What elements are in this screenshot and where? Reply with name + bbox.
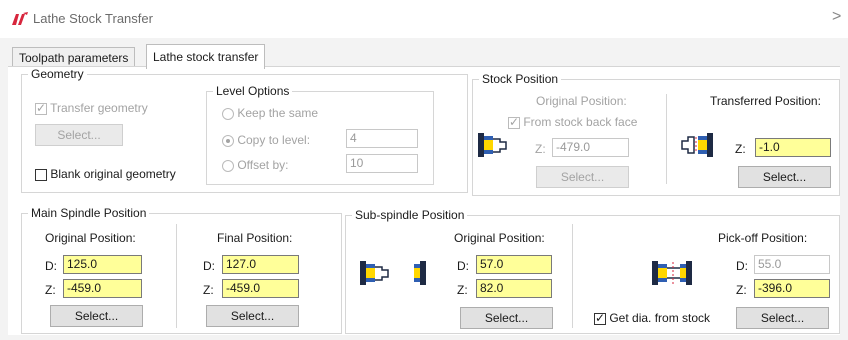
sub-spindle-legend: Sub-spindle Position [355, 208, 465, 222]
copy-to-level-label: Copy to level: [237, 133, 311, 147]
stock-z-label: Z: [535, 142, 546, 156]
copy-to-level-input[interactable]: 4 [346, 129, 418, 148]
checkbox-box[interactable]: ✓ [594, 311, 606, 325]
stock-position-divider [666, 94, 667, 184]
pick-off-z-input[interactable]: -396.0 [754, 279, 830, 298]
offset-by-input[interactable]: 10 [346, 154, 418, 173]
checkbox-box[interactable] [35, 168, 47, 181]
pick-off-d-input[interactable]: 55.0 [754, 255, 830, 274]
stock-original-position-label: Original Position: [536, 94, 627, 108]
offset-by-label: Offset by: [237, 158, 289, 172]
blank-original-geometry-label: Blank original geometry [50, 167, 176, 181]
main-original-position-label: Original Position: [45, 231, 136, 245]
tab-toolpath-parameters[interactable]: Toolpath parameters [12, 47, 136, 68]
transferred-select-button[interactable]: Select... [738, 166, 831, 188]
sub-d-input[interactable]: 57.0 [476, 255, 552, 274]
window-title: Lathe Stock Transfer [33, 11, 153, 26]
transfer-geometry-label: Transfer geometry [50, 101, 148, 115]
stock-z-input[interactable]: -479.0 [552, 138, 629, 157]
from-stock-back-face-label: From stock back face [523, 115, 638, 129]
title-bar: Lathe Stock Transfer > [0, 0, 848, 38]
offset-by-radio[interactable]: Offset by: [222, 158, 288, 172]
sub-z-input[interactable]: 82.0 [476, 279, 552, 298]
pick-off-d-label: D: [736, 259, 748, 273]
transferred-z-input[interactable]: -1.0 [755, 138, 831, 157]
main-final-position-label: Final Position: [217, 231, 293, 245]
keep-the-same-label: Keep the same [237, 106, 319, 120]
stock-select-button[interactable]: Select... [536, 166, 629, 188]
transferred-position-label: Transferred Position: [710, 94, 821, 108]
main-final-z-label: Z: [203, 283, 214, 297]
stock-original-lathe-icon [478, 133, 507, 157]
main-final-select-button[interactable]: Select... [206, 305, 299, 327]
main-final-z-input[interactable]: -459.0 [222, 279, 299, 298]
geometry-legend: Geometry [31, 67, 84, 81]
sub-d-label: D: [457, 259, 469, 273]
radio-circle[interactable] [222, 134, 234, 147]
main-spindle-divider [176, 224, 177, 328]
main-spindle-legend: Main Spindle Position [31, 206, 147, 220]
main-original-d-input[interactable]: 125.0 [63, 255, 142, 274]
sub-original-position-label: Original Position: [454, 231, 545, 245]
stock-transferred-lathe-icon [681, 133, 713, 157]
app-logo-icon [12, 12, 28, 25]
main-original-z-input[interactable]: -459.0 [63, 279, 142, 298]
pick-off-select-button[interactable]: Select... [736, 307, 829, 329]
radio-circle[interactable] [222, 159, 234, 172]
main-original-select-button[interactable]: Select... [50, 305, 143, 327]
main-original-z-label: Z: [45, 283, 56, 297]
geometry-select-button[interactable]: Select... [35, 124, 123, 146]
transfer-geometry-checkbox[interactable]: ✓ Transfer geometry [35, 101, 148, 115]
tab-lathe-stock-transfer[interactable]: Lathe stock transfer [146, 44, 266, 69]
radio-circle[interactable] [222, 107, 234, 120]
checkbox-box[interactable]: ✓ [35, 101, 47, 115]
checkbox-box[interactable]: ✓ [508, 115, 520, 129]
sub-z-label: Z: [457, 283, 468, 297]
pick-off-position-label: Pick-off Position: [718, 231, 808, 245]
main-original-d-label: D: [45, 259, 57, 273]
get-dia-from-stock-label: Get dia. from stock [609, 311, 711, 325]
transferred-z-label: Z: [735, 142, 746, 156]
main-final-d-input[interactable]: 127.0 [222, 255, 299, 274]
keep-the-same-radio[interactable]: Keep the same [222, 106, 318, 120]
sub-select-button[interactable]: Select... [460, 307, 553, 329]
pick-off-z-label: Z: [736, 283, 747, 297]
blank-original-geometry-checkbox[interactable]: Blank original geometry [35, 167, 176, 181]
copy-to-level-radio[interactable]: Copy to level: [222, 133, 310, 147]
stock-position-legend: Stock Position [482, 72, 559, 86]
main-final-d-label: D: [203, 259, 215, 273]
pick-off-lathe-icon [652, 261, 692, 285]
get-dia-from-stock-checkbox[interactable]: ✓ Get dia. from stock [594, 311, 710, 325]
close-icon[interactable]: > [832, 8, 841, 26]
sub-spindle-divider [572, 224, 573, 328]
level-options-legend: Level Options [216, 84, 290, 98]
from-stock-back-face-checkbox[interactable]: ✓ From stock back face [508, 115, 637, 129]
sub-spindle-lathe-icon [360, 261, 426, 285]
